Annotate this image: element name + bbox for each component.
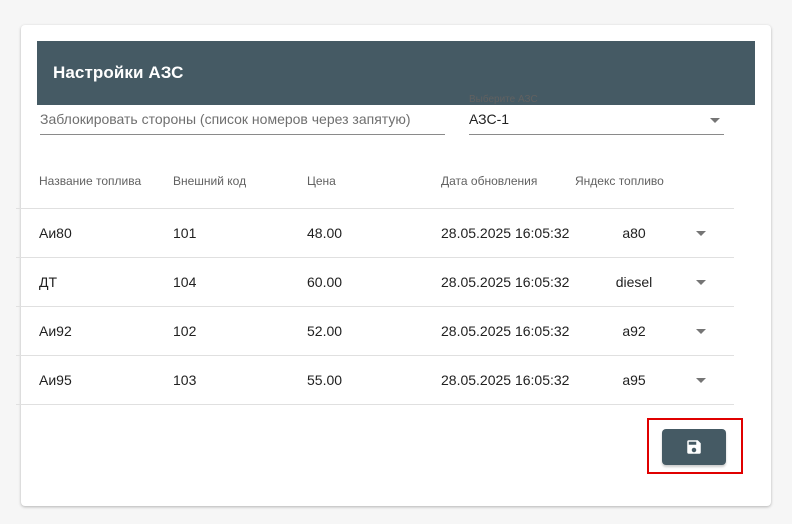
price-cell: 60.00 [307,274,343,290]
updated-date-cell: 28.05.2025 16:05:32 [441,372,570,388]
chevron-down-icon [696,329,706,334]
updated-date-cell: 28.05.2025 16:05:32 [441,225,570,241]
fuel-table: Название топлива Внешний код Цена Дата о… [16,158,734,405]
chevron-down-icon [696,231,706,236]
floppy-disk-icon [687,440,701,454]
column-header-price: Цена [307,174,336,188]
station-select-value: АЗС-1 [469,111,510,127]
block-sides-input[interactable] [40,108,445,130]
table-row: Аи92 102 52.00 28.05.2025 16:05:32 a92 [16,307,734,356]
fuel-name-cell: Аи95 [39,372,72,388]
table-header: Название топлива Внешний код Цена Дата о… [16,158,734,209]
chevron-down-icon [710,118,720,123]
column-header-updated-date: Дата обновления [441,174,538,188]
column-header-yandex-fuel: Яндекс топливо [575,174,664,188]
column-header-fuel-name: Название топлива [39,174,142,188]
station-select[interactable]: Выберите АЗС АЗС-1 [469,92,724,135]
station-select-label: Выберите АЗС [469,94,538,105]
fuel-name-cell: ДТ [39,274,58,290]
yandex-fuel-dropdown[interactable] [690,272,712,294]
external-code-cell: 101 [173,225,197,241]
yandex-fuel-cell: a80 [622,225,646,241]
price-cell: 52.00 [307,323,343,339]
updated-date-cell: 28.05.2025 16:05:32 [441,323,570,339]
price-cell: 55.00 [307,372,343,388]
save-button[interactable] [662,429,726,465]
chevron-down-icon [696,378,706,383]
table-row: Аи95 103 55.00 28.05.2025 16:05:32 a95 [16,356,734,405]
external-code-cell: 104 [173,274,197,290]
table-row: Аи80 101 48.00 28.05.2025 16:05:32 a80 [16,209,734,258]
yandex-fuel-dropdown[interactable] [690,223,712,245]
yandex-fuel-cell: a95 [622,372,646,388]
yandex-fuel-dropdown[interactable] [690,321,712,343]
column-header-external-code: Внешний код [173,174,247,188]
table-row: ДТ 104 60.00 28.05.2025 16:05:32 diesel [16,258,734,307]
chevron-down-icon [696,280,706,285]
yandex-fuel-cell: a92 [622,323,646,339]
fuel-name-cell: Аи80 [39,225,72,241]
updated-date-cell: 28.05.2025 16:05:32 [441,274,570,290]
price-cell: 48.00 [307,225,343,241]
external-code-cell: 102 [173,323,197,339]
page-title: Настройки АЗС [53,63,184,82]
yandex-fuel-dropdown[interactable] [690,370,712,392]
fuel-name-cell: Аи92 [39,323,72,339]
yandex-fuel-cell: diesel [615,274,653,290]
block-sides-field [40,108,445,135]
external-code-cell: 103 [173,372,197,388]
